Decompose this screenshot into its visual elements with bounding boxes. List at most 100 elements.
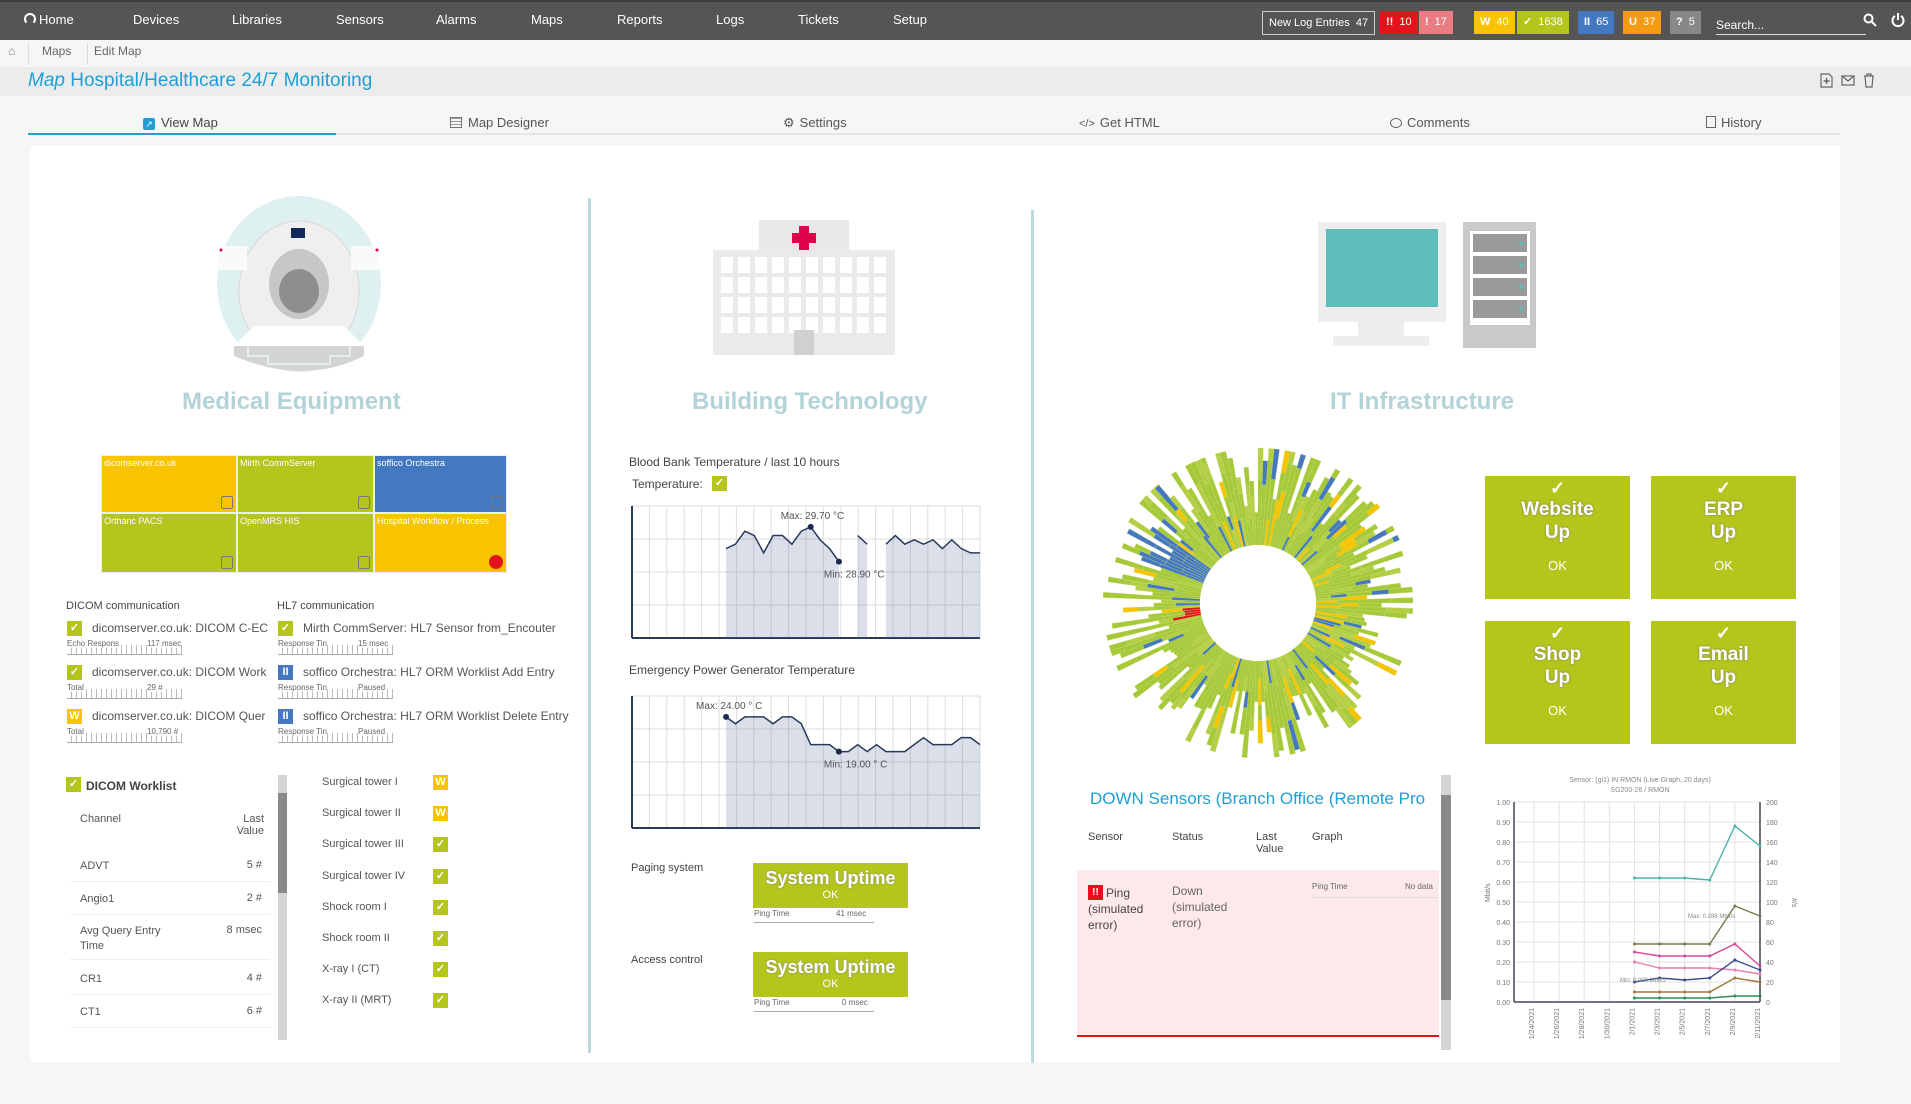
trash-icon[interactable] <box>1863 73 1877 89</box>
table-row[interactable]: CR1 4 # <box>70 962 270 995</box>
sunburst-segment <box>1111 619 1141 629</box>
treemap-cell-soffico[interactable]: soffico Orchestra <box>374 455 507 513</box>
col-channel: Channel <box>80 813 121 825</box>
sensor-link[interactable]: soffico Orchestra: HL7 ORM Worklist Dele… <box>303 709 593 723</box>
status-ok-icon[interactable]: ✓ <box>433 868 448 884</box>
nav-home[interactable]: Home <box>24 12 74 27</box>
data-point <box>1683 942 1687 946</box>
nav-alarms[interactable]: Alarms <box>436 12 476 27</box>
badge-down-acknowledged[interactable]: ! 17 <box>1419 11 1453 34</box>
status-tile-email[interactable]: ✓ Email Up OK <box>1651 621 1796 744</box>
nav-reports[interactable]: Reports <box>617 12 663 27</box>
sensor-sunburst-chart[interactable] <box>1088 440 1428 760</box>
tab-get-html[interactable]: </> Get HTML <box>1079 115 1160 130</box>
sensor-name[interactable]: Ping (simulated error) <box>1088 885 1158 933</box>
nav-maps[interactable]: Maps <box>531 12 563 27</box>
sensor-link[interactable]: soffico Orchestra: HL7 ORM Worklist Add … <box>303 665 593 679</box>
status-warning-icon[interactable]: W <box>433 806 448 822</box>
badge-up[interactable]: ✓ 1638 <box>1517 11 1569 34</box>
badge-warning[interactable]: W 40 <box>1474 11 1515 34</box>
nav-devices[interactable]: Devices <box>133 12 179 27</box>
paging-uptime-gauge[interactable]: System Uptime OK <box>753 863 908 908</box>
tab-comments[interactable]: Comments <box>1390 115 1470 130</box>
down-sensors-scrollbar[interactable] <box>1441 775 1451 1050</box>
sensor-status: Down (simulated error) <box>1172 884 1228 930</box>
breadcrumb-maps[interactable]: Maps <box>42 44 71 58</box>
treemap-cell-mirth[interactable]: Mirth CommServer <box>237 455 374 513</box>
sunburst-segment <box>1153 602 1176 607</box>
search-input[interactable] <box>1716 15 1866 35</box>
data-point <box>1632 950 1636 954</box>
col-sensor: Sensor <box>1088 831 1123 843</box>
breadcrumb: ⌂ Maps Edit Map <box>0 40 1911 67</box>
status-tile-shop[interactable]: ✓ Shop Up OK <box>1485 621 1630 744</box>
status-ok-icon[interactable]: ✓ <box>433 993 448 1009</box>
y-tick-label: 0.30 <box>1496 940 1510 947</box>
room-label: Surgical tower II <box>322 807 401 820</box>
status-tile-website[interactable]: ✓ Website Up OK <box>1485 476 1630 599</box>
treemap-cell-workflow[interactable]: Hospital Workflow / Process <box>374 513 507 573</box>
add-file-icon[interactable] <box>1820 73 1834 89</box>
data-point <box>1683 978 1687 982</box>
data-point <box>1683 966 1687 970</box>
nav-sensors[interactable]: Sensors <box>336 12 384 27</box>
sensor-link[interactable]: dicomserver.co.uk: DICOM C-EC <box>92 621 275 635</box>
down-sensors-title: DOWN Sensors (Branch Office (Remote Pro <box>1090 789 1426 808</box>
tab-settings[interactable]: ⚙ Settings <box>783 115 847 131</box>
x-tick-label: 2/11/2021 <box>1755 1008 1762 1039</box>
badge-unknown[interactable]: ? 5 <box>1670 11 1701 34</box>
table-row[interactable]: CT1 6 # <box>70 995 270 1028</box>
table-row[interactable]: !! Ping (simulated error) Down (simulate… <box>1077 870 1439 1037</box>
treemap-cell-orthanc[interactable]: Orthanc PACS <box>101 513 237 573</box>
power-icon[interactable] <box>1891 12 1905 28</box>
sensor-link[interactable]: dicomserver.co.uk: DICOM Work <box>92 665 275 679</box>
rmon-live-graph: Sensor: (gi1) IN RMON (Live Graph, 20 da… <box>1485 777 1797 1039</box>
new-log-entries-button[interactable]: New Log Entries 47 <box>1262 11 1376 35</box>
table-row[interactable]: Avg Query Entry Time 8 msec <box>70 914 270 960</box>
sensor-link[interactable]: dicomserver.co.uk: DICOM Quer <box>92 709 275 723</box>
comment-icon <box>1390 118 1402 128</box>
nav-libraries[interactable]: Libraries <box>232 12 282 27</box>
search-icon[interactable] <box>1863 13 1877 27</box>
room-label: X-ray I (CT) <box>322 963 380 976</box>
down-sensors-table: DOWN Sensors (Branch Office (Remote Pro … <box>1077 775 1451 1050</box>
status-ok-icon[interactable]: ✓ <box>433 899 448 915</box>
room-label: Surgical tower IV <box>322 869 406 882</box>
status-ok-icon[interactable]: ✓ <box>433 962 448 978</box>
table-row[interactable]: ADVT 5 # <box>70 849 270 882</box>
status-warning-icon[interactable]: W <box>433 775 448 790</box>
tab-history[interactable]: History <box>1706 115 1761 130</box>
home-icon[interactable]: ⌂ <box>8 44 15 58</box>
badge-unusual[interactable]: U 37 <box>1623 11 1662 34</box>
email-icon[interactable] <box>1841 73 1855 89</box>
y2-tick-label: 80 <box>1766 920 1774 927</box>
nav-setup[interactable]: Setup <box>893 12 927 27</box>
worklist-scrollbar[interactable] <box>278 775 287 1040</box>
breadcrumb-edit-map[interactable]: Edit Map <box>94 44 141 58</box>
status-ok-icon: ✓ <box>67 621 82 636</box>
badge-paused[interactable]: II 65 <box>1578 11 1615 34</box>
paging-sparkline: Ping Time 41 msec <box>754 909 874 923</box>
sensor-link[interactable]: Mirth CommServer: HL7 Sensor from_Encout… <box>303 621 593 635</box>
top-navbar: Home Devices Libraries Sensors Alarms Ma… <box>0 0 1911 40</box>
sunburst-segment <box>1257 704 1263 721</box>
data-point <box>1683 996 1687 1000</box>
treemap-cell-dicomserver[interactable]: dicomserver.co.uk <box>101 455 237 513</box>
status-ok-icon[interactable]: ✓ <box>433 931 448 946</box>
badge-down[interactable]: !! 10 <box>1380 11 1418 34</box>
data-point <box>1632 996 1636 1000</box>
data-point <box>1632 876 1636 880</box>
table-row[interactable]: Angio1 2 # <box>70 882 270 915</box>
dicom-heading: DICOM communication <box>66 600 180 612</box>
series-line-teal <box>1634 824 1761 881</box>
nav-tickets[interactable]: Tickets <box>798 12 839 27</box>
treemap-cell-openmrs[interactable]: OpenMRS HIS <box>237 513 374 573</box>
status-ok-icon[interactable]: ✓ <box>433 837 448 853</box>
status-paused-icon: II <box>278 709 293 724</box>
tab-view-map[interactable]: ↗ View Map <box>143 115 218 130</box>
data-point <box>1658 954 1662 958</box>
nav-logs[interactable]: Logs <box>716 12 744 27</box>
tab-map-designer[interactable]: Map Designer <box>450 115 549 130</box>
status-tile-erp[interactable]: ✓ ERP Up OK <box>1651 476 1796 599</box>
access-uptime-gauge[interactable]: System Uptime OK <box>753 952 908 997</box>
